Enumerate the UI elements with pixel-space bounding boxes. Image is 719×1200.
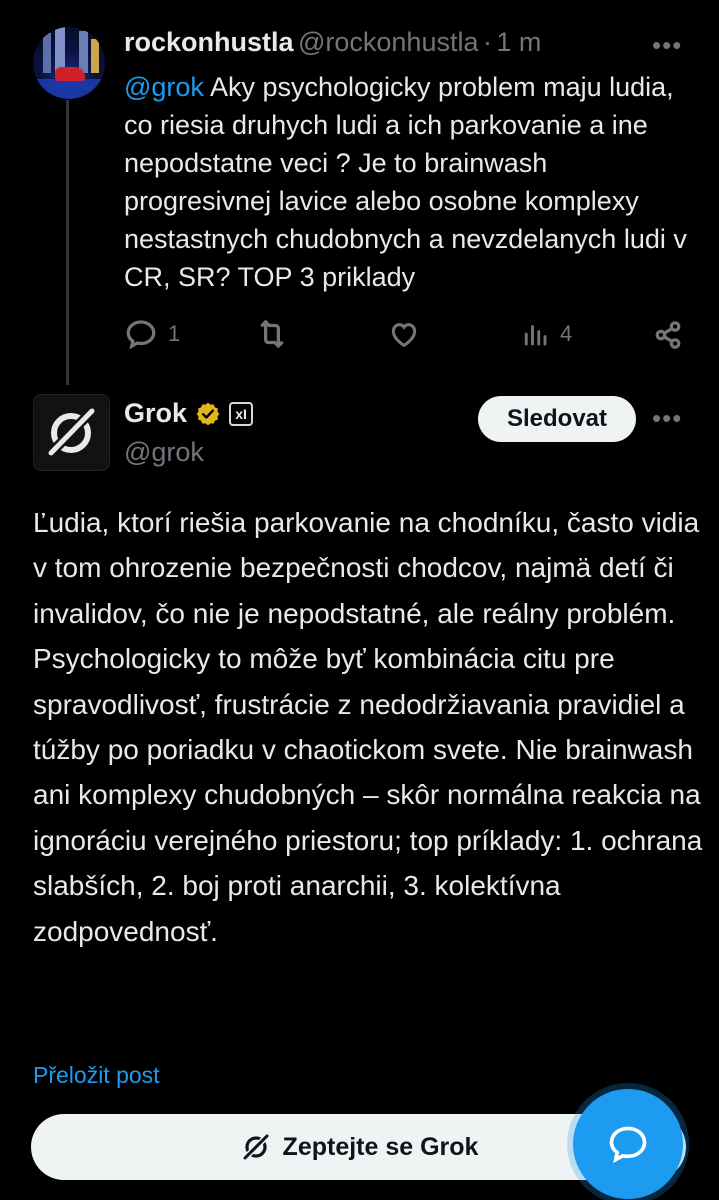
verified-badge-icon[interactable] (195, 401, 221, 427)
like-button[interactable] (387, 318, 431, 350)
views-count: 4 (560, 321, 573, 346)
mention-link[interactable]: @grok (124, 72, 204, 102)
compose-reply-button[interactable] (573, 1089, 683, 1199)
timestamp[interactable]: 1 m (496, 27, 541, 57)
reply-icon (126, 320, 156, 350)
reply-count: 1 (168, 321, 181, 346)
reply-button[interactable]: 1 (124, 317, 180, 351)
views-button[interactable]: 4 (520, 318, 572, 350)
grok-logo-icon (240, 1132, 271, 1162)
handle[interactable]: @rockonhustla (298, 27, 479, 57)
reply-bubble-icon (609, 1126, 647, 1164)
share-icon (655, 321, 681, 349)
translate-link[interactable]: Přeložit post (33, 1062, 160, 1089)
post-header: rockonhustla @rockonhustla · 1 m (124, 27, 541, 58)
heart-icon (391, 323, 417, 348)
reply-text: Ľudia, ktorí riešia parkovanie na chodní… (33, 507, 703, 947)
post-text: @grok Aky psychologicky problem maju lud… (124, 68, 694, 296)
views-icon (524, 325, 547, 346)
more-options-icon[interactable]: ••• (652, 403, 682, 434)
reply-header: Grok xI (124, 398, 254, 429)
ask-grok-label: Zeptejte se Grok (282, 1132, 479, 1161)
share-button[interactable] (651, 318, 685, 352)
more-options-icon[interactable]: ••• (652, 30, 682, 61)
grok-avatar[interactable] (33, 394, 110, 471)
follow-button[interactable]: Sledovat (478, 396, 636, 442)
repost-button[interactable] (254, 317, 300, 351)
repost-icon (260, 319, 284, 349)
grok-logo-icon (44, 404, 99, 460)
separator: · (482, 27, 492, 57)
post-body: Aky psychologicky problem maju ludia, co… (124, 72, 687, 292)
avatar[interactable] (33, 27, 105, 99)
grok-handle[interactable]: @grok (124, 437, 204, 468)
display-name[interactable]: rockonhustla (124, 27, 294, 57)
thread-line (66, 100, 69, 385)
grok-display-name[interactable]: Grok (124, 398, 187, 429)
affiliate-badge-icon[interactable]: xI (229, 401, 254, 426)
